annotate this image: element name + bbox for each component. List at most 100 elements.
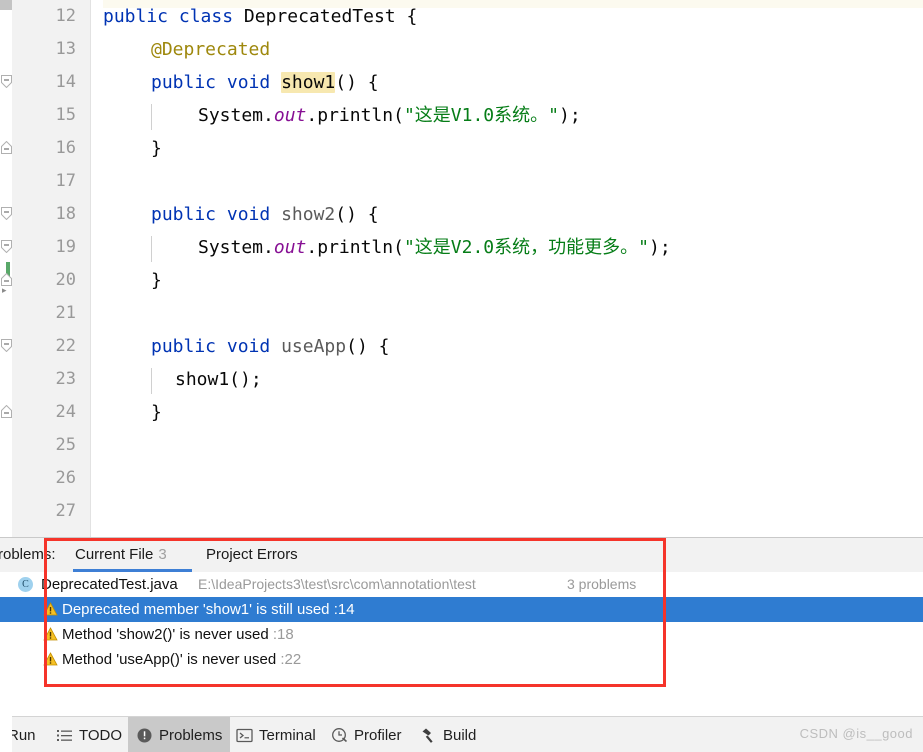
fold-collapse-icon[interactable] — [1, 339, 12, 352]
line-number: 27 — [55, 501, 76, 521]
code-line-19: System.out.println("这是V2.0系统，功能更多。"); — [198, 237, 671, 258]
fold-marker-show1-close[interactable] — [0, 132, 12, 165]
problems-list[interactable]: C DeprecatedTest.java E:\IdeaProjects3\t… — [0, 572, 923, 715]
toolbar-item-terminal[interactable]: Terminal — [228, 717, 324, 752]
problem-text-1: Deprecated member 'show1' is still used — [62, 601, 330, 618]
toolbar-item-todo[interactable]: TODO — [48, 717, 130, 752]
fold-end-icon[interactable] — [1, 273, 12, 286]
code-line-13: @Deprecated — [151, 33, 270, 66]
problem-row-3[interactable]: Method 'useApp()' is never used :22 — [0, 647, 923, 672]
line-number: 26 — [55, 468, 76, 488]
keyword-public: public — [151, 72, 217, 93]
toolbar-item-profiler[interactable]: Profiler — [323, 717, 410, 752]
line-number: 14 — [55, 72, 76, 92]
fold-end-icon[interactable] — [1, 405, 12, 418]
problem-row-1[interactable]: Deprecated member 'show1' is still used … — [0, 597, 923, 622]
out-field: out — [273, 105, 307, 126]
problems-icon — [136, 727, 153, 744]
semicolon: ; — [659, 237, 671, 258]
line-number: 18 — [55, 204, 76, 224]
fold-end-icon[interactable] — [1, 141, 12, 154]
parens: () — [335, 204, 357, 225]
toolbar-item-problems[interactable]: Problems — [128, 717, 231, 752]
fold-marker-show2-open[interactable] — [0, 198, 12, 231]
problems-file-row[interactable]: C DeprecatedTest.java E:\IdeaProjects3\t… — [0, 572, 923, 597]
problems-file-path: E:\IdeaProjects3\test\src\com\annotation… — [198, 576, 476, 592]
tab-project-errors[interactable]: Project Errors — [206, 538, 298, 572]
brace-close: } — [151, 138, 162, 159]
fold-marker-show2-close[interactable] — [0, 264, 12, 297]
show1-invocation: show1(); — [175, 369, 262, 390]
tab-current-file-count: 3 — [158, 546, 167, 563]
keyword-void: void — [226, 336, 271, 357]
brace-open: { — [367, 204, 379, 225]
system-ref: System — [198, 105, 264, 126]
code-line-16: } — [151, 132, 162, 165]
problem-text-2: Method 'show2()' is never used — [62, 626, 269, 643]
fold-marker-useapp-close[interactable] — [0, 396, 12, 429]
toolbar-run-label: Run — [8, 726, 36, 744]
code-editor[interactable]: 12 13 14 15 16 17 18 19 20 21 22 23 24 2… — [0, 0, 923, 537]
terminal-icon — [236, 727, 253, 744]
line-number: 24 — [55, 402, 76, 422]
toolbar-build-label: Build — [443, 726, 477, 744]
line-number: 17 — [55, 171, 76, 191]
problems-file-name: DeprecatedTest.java — [41, 576, 178, 593]
toolbar-problems-label: Problems — [159, 726, 223, 744]
keyword-public: public — [151, 336, 217, 357]
indent-guide — [151, 236, 152, 262]
toolbar-todo-label: TODO — [79, 726, 123, 744]
code-line-18: public void show2() { — [151, 198, 379, 231]
method-name-show1: show1 — [281, 72, 336, 93]
keyword-void: void — [226, 72, 271, 93]
brace-close: } — [151, 270, 162, 291]
problem-message-1: Deprecated member 'show1' is still used … — [62, 597, 355, 622]
fold-collapse-icon[interactable] — [1, 75, 12, 88]
tab-current-file[interactable]: Current File 3 — [75, 538, 167, 572]
line-number: 12 — [55, 6, 76, 26]
method-name-useapp: useApp — [281, 336, 347, 357]
out-field: out — [273, 237, 307, 258]
code-folding-column[interactable] — [91, 0, 103, 537]
println-call: println — [317, 105, 394, 126]
fold-marker-inner[interactable] — [0, 231, 12, 264]
problem-text-3: Method 'useApp()' is never used — [62, 651, 277, 668]
brace-close: } — [151, 402, 162, 423]
code-line-12: public class DeprecatedTest { — [103, 0, 417, 33]
annotation-deprecated: @Deprecated — [151, 39, 271, 60]
profiler-icon — [331, 727, 348, 744]
problem-row-2[interactable]: Method 'show2()' is never used :18 — [0, 622, 923, 647]
csdn-watermark: CSDN @is__good — [799, 726, 913, 741]
toolbar-left-edge — [0, 716, 12, 752]
fold-marker-show1-open[interactable] — [0, 66, 12, 99]
tab-project-errors-label: Project Errors — [206, 546, 298, 563]
hammer-icon — [420, 727, 437, 744]
keyword-public: public — [103, 6, 169, 27]
line-number: 20 — [55, 270, 76, 290]
bottom-tool-window-bar: Run TODO Problems Terminal Profiler Buil… — [0, 716, 923, 752]
fold-marker-useapp-open[interactable] — [0, 330, 12, 363]
code-line-15: System.out.println("这是V1.0系统。"); — [198, 105, 581, 126]
fold-collapse-icon[interactable] — [1, 207, 12, 220]
line-number: 25 — [55, 435, 76, 455]
warning-icon — [43, 602, 58, 616]
parens: () — [335, 72, 357, 93]
problem-message-3: Method 'useApp()' is never used :22 — [62, 647, 301, 672]
left-strip-gray-block — [0, 0, 12, 10]
code-line-24: } — [151, 396, 162, 429]
toolbar-item-build[interactable]: Build — [412, 717, 484, 752]
line-number: 13 — [55, 39, 76, 59]
line-number: 23 — [55, 369, 76, 389]
warning-icon — [43, 627, 58, 641]
method-name-show2: show2 — [281, 204, 336, 225]
problems-panel-header: Problems: Current File3 Project Errors — [0, 538, 923, 573]
brace-open: { — [378, 336, 390, 357]
semicolon: ; — [569, 105, 581, 126]
warning-icon — [43, 652, 58, 666]
line-number: 19 — [55, 237, 76, 257]
string-literal-v1: "这是V1.0系统。" — [403, 105, 559, 126]
problems-panel-label: Problems: — [0, 546, 56, 563]
code-line-22: public void useApp() { — [151, 330, 389, 363]
fold-collapse-icon[interactable] — [1, 240, 12, 253]
line-number: 16 — [55, 138, 76, 158]
